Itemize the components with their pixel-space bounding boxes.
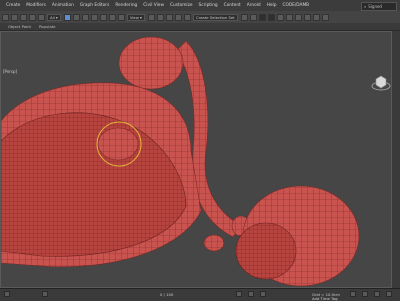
sign-in-label: Signed	[368, 4, 382, 9]
bind-space-warp-button[interactable]	[38, 13, 45, 21]
select-scale-button[interactable]	[117, 13, 125, 21]
main-toolbar: All ▾ View ▾ Create Selection Set	[0, 11, 400, 23]
menu-content[interactable]: Content	[224, 3, 241, 8]
pivot-center-button[interactable]	[147, 13, 155, 21]
viewcube-icon[interactable]	[371, 74, 391, 92]
scene-explorer-button[interactable]	[258, 13, 266, 21]
render-setup-button[interactable]	[303, 13, 311, 21]
percent-snap-button[interactable]	[174, 13, 182, 21]
mirror-button[interactable]	[240, 13, 248, 21]
menu-civil-view[interactable]: Civil View	[143, 3, 164, 8]
zoom-button[interactable]	[350, 291, 356, 297]
material-editor-button[interactable]	[294, 13, 302, 21]
status-bar	[0, 288, 400, 301]
ribbon-bar: Object Paint Populate	[0, 23, 400, 30]
ribbon-populate[interactable]: Populate	[39, 24, 56, 29]
align-button[interactable]	[249, 13, 257, 21]
undo-button[interactable]	[2, 13, 9, 21]
redo-button[interactable]	[11, 13, 18, 21]
spinner-snap-button[interactable]	[183, 13, 191, 21]
window-crossing-button[interactable]	[90, 13, 98, 21]
curve-editor-button[interactable]	[276, 13, 284, 21]
select-by-name-button[interactable]	[72, 13, 80, 21]
menu-help[interactable]: Help	[267, 3, 277, 8]
next-frame-button[interactable]	[260, 291, 266, 297]
lock-selection-icon[interactable]	[42, 291, 48, 297]
key-mode-button[interactable]	[236, 291, 242, 297]
viewport-label[interactable]: [Persp]	[3, 69, 17, 74]
select-move-button[interactable]	[99, 13, 107, 21]
schematic-view-button[interactable]	[285, 13, 293, 21]
maximize-viewport-button[interactable]	[386, 291, 392, 297]
lamp-mesh	[1, 36, 360, 287]
perspective-viewport[interactable]: [Persp]	[0, 31, 392, 288]
angle-snap-button[interactable]	[165, 13, 173, 21]
maxscript-listener-button[interactable]	[4, 291, 10, 297]
menu-modifiers[interactable]: Modifiers	[26, 3, 46, 8]
play-button[interactable]	[248, 291, 254, 297]
menu-arnold[interactable]: Arnold	[247, 3, 261, 8]
orbit-button[interactable]	[362, 291, 368, 297]
ribbon-object-paint[interactable]: Object Paint	[8, 24, 31, 29]
selection-filter-dropdown[interactable]: All ▾	[47, 13, 61, 21]
menu-graph-editors[interactable]: Graph Editors	[80, 3, 110, 8]
link-button[interactable]	[20, 13, 27, 21]
unlink-button[interactable]	[29, 13, 36, 21]
menu-rendering[interactable]: Rendering	[115, 3, 137, 8]
rendered-frame-window-button[interactable]	[312, 13, 320, 21]
menu-code[interactable]: CODE/DAMB	[282, 3, 309, 8]
menu-customize[interactable]: Customize	[170, 3, 193, 8]
menu-scripting[interactable]: Scripting	[199, 3, 218, 8]
reference-coordinate-dropdown[interactable]: View ▾	[126, 13, 145, 21]
menu-animation[interactable]: Animation	[52, 3, 74, 8]
pan-button[interactable]	[374, 291, 380, 297]
search-icon: ⌕	[364, 4, 367, 9]
region-select-button[interactable]	[81, 13, 89, 21]
snaps-toggle-button[interactable]	[156, 13, 164, 21]
menu-create[interactable]: Create	[6, 3, 20, 8]
layer-explorer-button[interactable]	[267, 13, 275, 21]
render-production-button[interactable]	[321, 13, 329, 21]
sign-in-box[interactable]: ⌕ Signed	[361, 2, 397, 11]
command-panel-edge[interactable]	[392, 31, 400, 288]
selection-set-dropdown[interactable]: Create Selection Set	[192, 13, 238, 21]
select-object-button[interactable]	[63, 13, 71, 21]
frame-counter: 0 / 100	[160, 292, 174, 297]
add-time-tag-link[interactable]: Add Time Tag	[312, 296, 337, 301]
select-rotate-button[interactable]	[108, 13, 116, 21]
